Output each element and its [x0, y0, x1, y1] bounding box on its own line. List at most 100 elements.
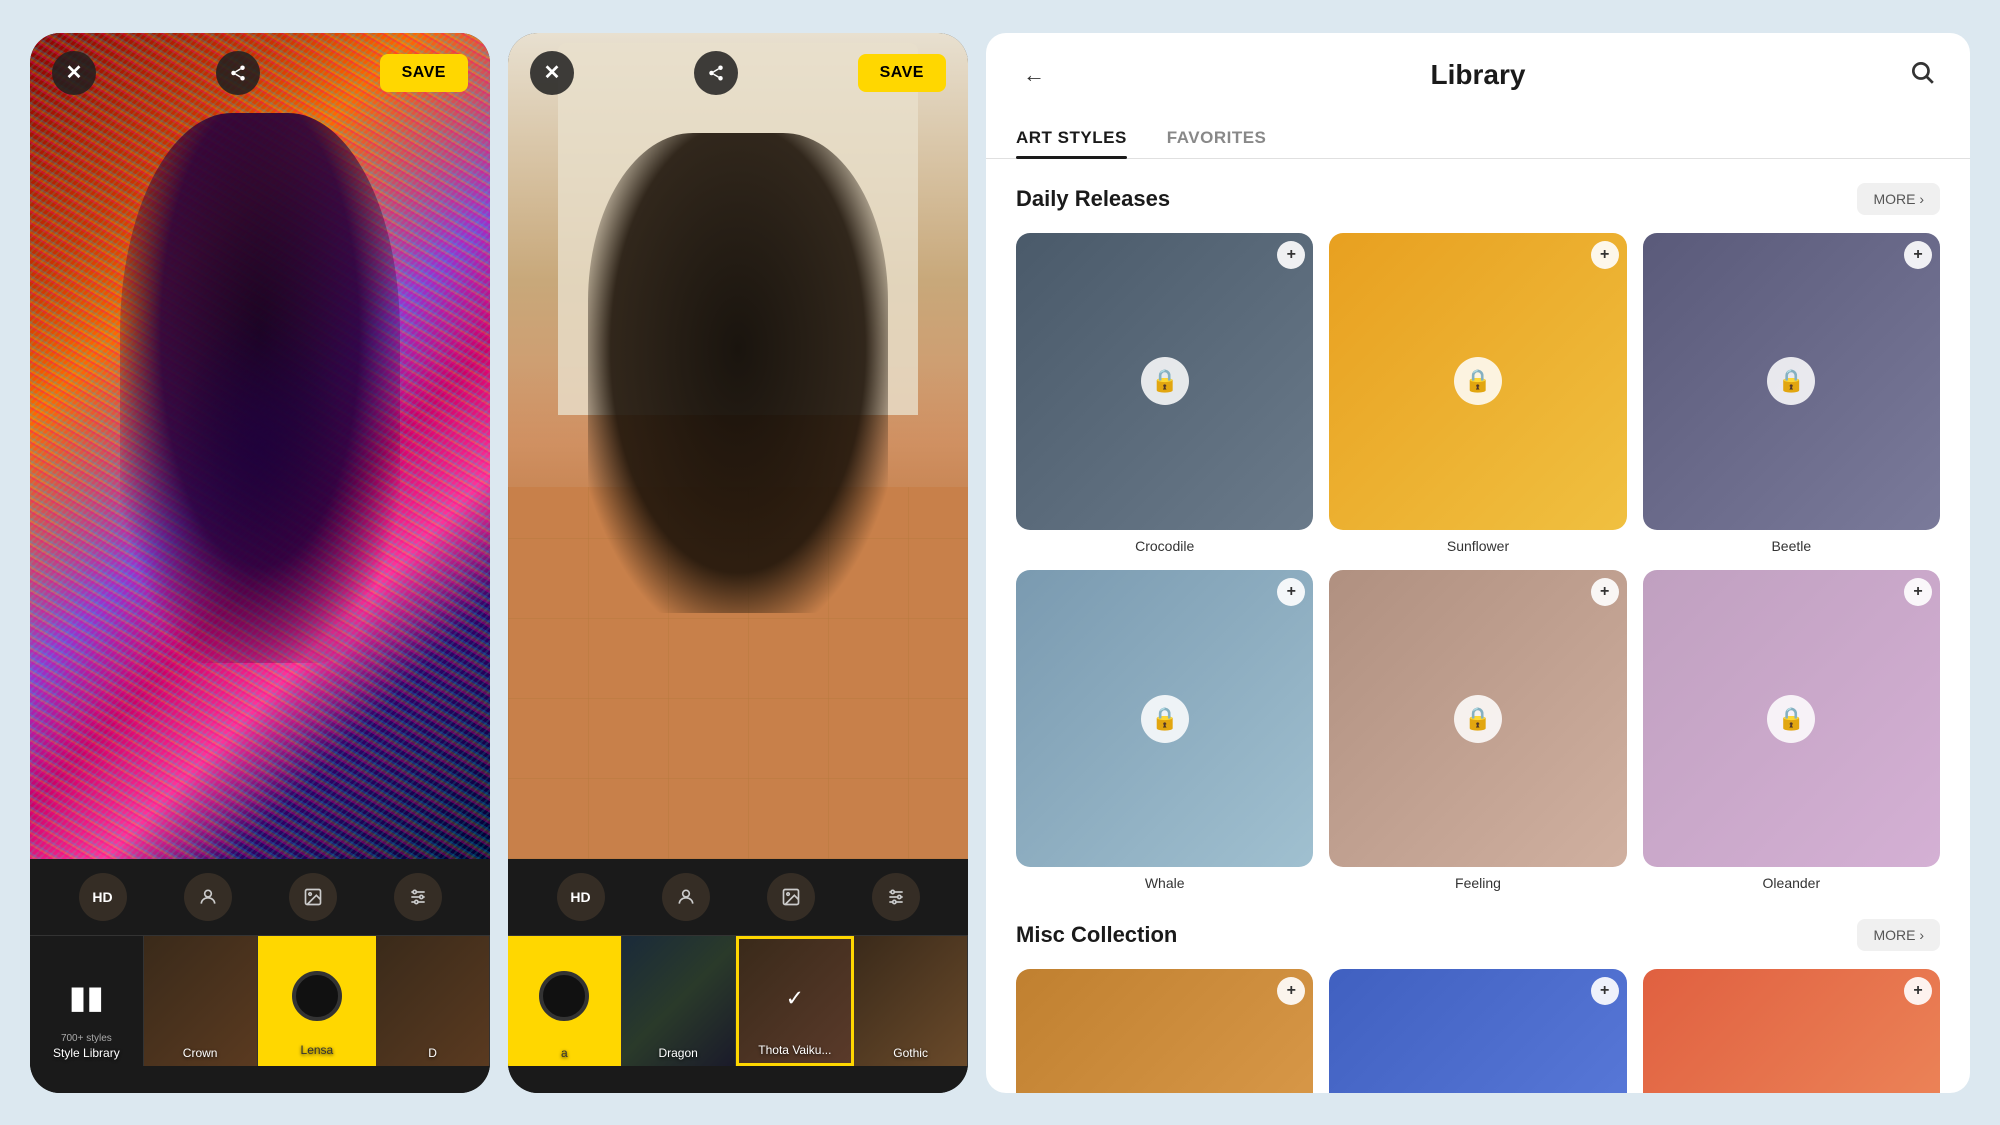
misc-collection-title: Misc Collection: [1016, 922, 1177, 948]
golden-bg: +: [1016, 969, 1313, 1092]
lensa-circle: [292, 971, 342, 1021]
style-thumb-oleander: 🔒 +: [1643, 570, 1940, 867]
style-library-label: Style Library: [30, 1046, 143, 1060]
lock-icon-oleander: 🔒: [1767, 695, 1815, 743]
jump-bg: +: [1643, 969, 1940, 1092]
sunflower-bg: 🔒 +: [1329, 233, 1626, 530]
add-button-jump[interactable]: +: [1904, 977, 1932, 1005]
search-button[interactable]: [1904, 59, 1940, 92]
library-tabs: ART STYLES FAVORITES: [986, 102, 1970, 159]
beetle-bg: 🔒 +: [1643, 233, 1940, 530]
style-thumb-feeling: 🔒 +: [1329, 570, 1626, 867]
add-button-oleander[interactable]: +: [1904, 578, 1932, 606]
phone-right: ✕ SAVE HD: [508, 33, 968, 1093]
style-thumb-beetle: 🔒 +: [1643, 233, 1940, 530]
settings-icon-left[interactable]: [394, 873, 442, 921]
tab-art-styles[interactable]: ART STYLES: [1016, 118, 1127, 158]
phone-left-top-bar: ✕ SAVE: [30, 33, 490, 113]
style-thumb-coloured: +: [1329, 969, 1626, 1092]
style-thumb-sunflower: 🔒 +: [1329, 233, 1626, 530]
add-button-feeling[interactable]: +: [1591, 578, 1619, 606]
add-button-beetle[interactable]: +: [1904, 241, 1932, 269]
person-icon-left[interactable]: [184, 873, 232, 921]
style-lensa-label: Lensa: [261, 1043, 374, 1057]
style-thumb-golden: +: [1016, 969, 1313, 1092]
library-title: Library: [1431, 59, 1526, 91]
share-button-left[interactable]: [216, 51, 260, 95]
style-card-feeling[interactable]: 🔒 + Feeling: [1329, 570, 1626, 891]
crocodile-bg: 🔒 +: [1016, 233, 1313, 530]
daily-releases-grid: 🔒 + Crocodile 🔒 + Sunflower: [1016, 233, 1940, 892]
style-card-crocodile[interactable]: 🔒 + Crocodile: [1016, 233, 1313, 554]
phone-left-background: [30, 33, 490, 860]
hd-button-right[interactable]: HD: [557, 873, 605, 921]
stripe-overlay: [30, 33, 490, 860]
add-button-sunflower[interactable]: +: [1591, 241, 1619, 269]
crocodile-label: Crocodile: [1135, 538, 1194, 554]
misc-collection-more[interactable]: MORE ›: [1857, 919, 1940, 951]
style-sa-label: a: [508, 1046, 621, 1060]
style-gothic-item[interactable]: Gothic: [854, 936, 968, 1066]
style-thumb-crocodile: 🔒 +: [1016, 233, 1313, 530]
add-button-crocodile[interactable]: +: [1277, 241, 1305, 269]
style-thota-item[interactable]: ✓ Thota Vaiku...: [736, 936, 855, 1066]
misc-collection-header: Misc Collection MORE ›: [1016, 919, 1940, 951]
style-d-item[interactable]: D: [376, 936, 490, 1066]
phone-left: ✕ SAVE HD ▮: [30, 33, 490, 1093]
image-icon-left[interactable]: [289, 873, 337, 921]
style-card-beetle[interactable]: 🔒 + Beetle: [1643, 233, 1940, 554]
lock-icon-feeling: 🔒: [1454, 695, 1502, 743]
image-icon-right[interactable]: [767, 873, 815, 921]
phone-right-toolbar: HD: [508, 859, 968, 936]
style-library-item[interactable]: ▮▮ Style Library 700+ styles: [30, 936, 144, 1066]
close-button-right[interactable]: ✕: [530, 51, 574, 95]
lock-icon-sunflower: 🔒: [1454, 357, 1502, 405]
style-crown-item[interactable]: Crown: [144, 936, 258, 1066]
lock-icon-crocodile: 🔒: [1141, 357, 1189, 405]
whale-label: Whale: [1145, 875, 1185, 891]
style-sa-item[interactable]: a: [508, 936, 622, 1066]
style-card-golden-hour[interactable]: + Golden Hour: [1016, 969, 1313, 1092]
style-thumb-jump: +: [1643, 969, 1940, 1092]
library-header: ← Library: [986, 33, 1970, 92]
settings-icon-right[interactable]: [872, 873, 920, 921]
add-button-golden[interactable]: +: [1277, 977, 1305, 1005]
style-crown-label: Crown: [144, 1046, 257, 1060]
style-thumb-whale: 🔒 +: [1016, 570, 1313, 867]
save-button-right[interactable]: SAVE: [858, 54, 946, 92]
misc-collection-grid: + Golden Hour + Coloured: [1016, 969, 1940, 1092]
phone-left-toolbar: HD: [30, 859, 490, 936]
dog-artistic-silhouette: [120, 113, 400, 663]
person-icon-right[interactable]: [662, 873, 710, 921]
daily-releases-header: Daily Releases MORE ›: [1016, 183, 1940, 215]
phone-right-top-bar: ✕ SAVE: [508, 33, 968, 113]
style-card-jump[interactable]: + Jump: [1643, 969, 1940, 1092]
style-card-oleander[interactable]: 🔒 + Oleander: [1643, 570, 1940, 891]
close-button-left[interactable]: ✕: [52, 51, 96, 95]
style-strip-left: ▮▮ Style Library 700+ styles Crown Lensa…: [30, 936, 490, 1066]
feeling-bg: 🔒 +: [1329, 570, 1626, 867]
add-button-coloured[interactable]: +: [1591, 977, 1619, 1005]
sunflower-label: Sunflower: [1447, 538, 1509, 554]
style-strip-right: a Dragon ✓ Thota Vaiku... Gothic: [508, 936, 968, 1066]
phone-left-bottom-bar: HD ▮▮ Style Library 700+ styles: [30, 859, 490, 1092]
tab-favorites[interactable]: FAVORITES: [1167, 118, 1267, 158]
lensa-sa-circle: [539, 971, 589, 1021]
library-panel: ← Library ART STYLES FAVORITES Daily Rel…: [986, 33, 1970, 1093]
hd-button-left[interactable]: HD: [79, 873, 127, 921]
share-button-right[interactable]: [694, 51, 738, 95]
add-button-whale[interactable]: +: [1277, 578, 1305, 606]
lock-icon-beetle: 🔒: [1767, 357, 1815, 405]
feeling-label: Feeling: [1455, 875, 1501, 891]
style-card-coloured[interactable]: + Coloured: [1329, 969, 1626, 1092]
back-button[interactable]: ←: [1016, 62, 1052, 88]
style-thota-check: ✓: [786, 986, 804, 1012]
style-thota-label: Thota Vaiku...: [739, 1043, 852, 1057]
style-card-sunflower[interactable]: 🔒 + Sunflower: [1329, 233, 1626, 554]
daily-releases-more[interactable]: MORE ›: [1857, 183, 1940, 215]
style-lensa-item[interactable]: Lensa: [258, 936, 377, 1066]
save-button-left[interactable]: SAVE: [380, 54, 468, 92]
coloured-bg: +: [1329, 969, 1626, 1092]
style-dragon-item[interactable]: Dragon: [622, 936, 736, 1066]
style-card-whale[interactable]: 🔒 + Whale: [1016, 570, 1313, 891]
